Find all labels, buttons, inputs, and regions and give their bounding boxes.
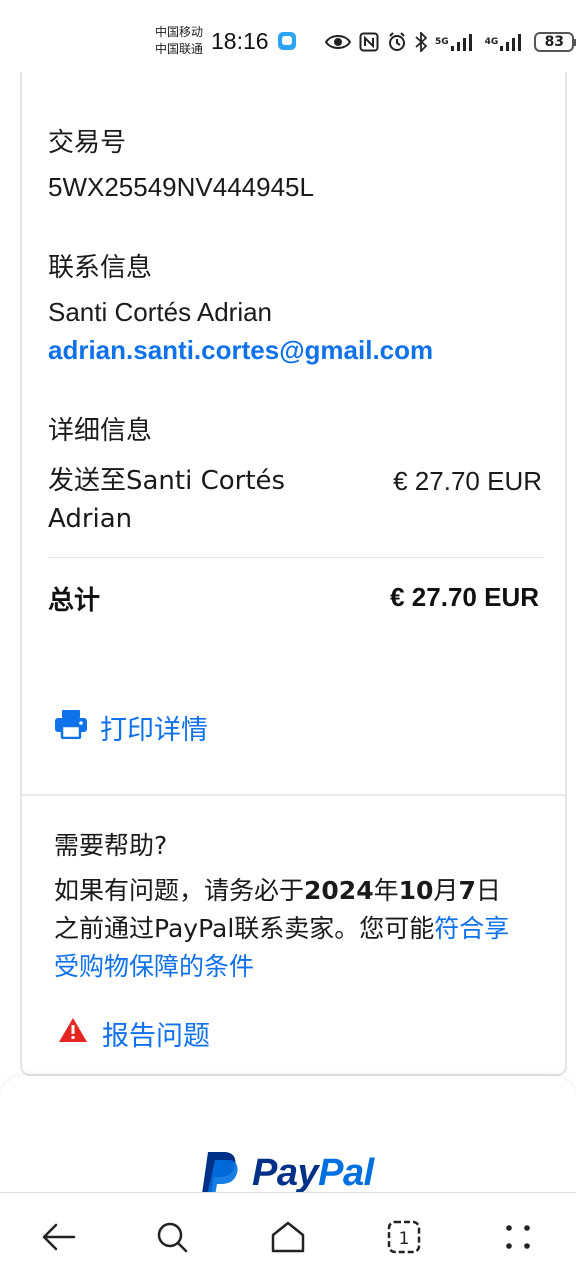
status-bar: 中国移动 中国联通 18:16 5G 4G 83 [0,0,576,72]
eye-icon [325,33,351,51]
battery-indicator: 83 [534,32,576,52]
print-details-label: 打印详情 [100,715,208,746]
report-problem-button[interactable]: 报告问题 [58,1014,210,1053]
report-problem-label: 报告问题 [102,1021,210,1052]
status-icons: 5G 4G 83 [325,30,576,54]
alarm-icon [387,32,407,52]
carrier-1: 中国移动 [155,25,204,39]
home-button[interactable] [268,1217,308,1257]
back-icon [42,1223,76,1251]
contact-name: Santi Cortés Adrian [48,297,273,327]
paypal-monogram-icon [202,1152,238,1192]
warning-icon [58,1017,88,1050]
print-card: 打印详情 [20,668,567,796]
help-card: 需要帮助? 如果有问题，请务必于2024年10月7日之前通过PayPal联系卖家… [20,796,567,1076]
transaction-details-card: 交易号 5WX25549NV444945L 联系信息 Santi Cortés … [20,72,567,670]
search-icon [157,1222,188,1253]
line-item-description: 发送至Santi Cortés Adrian [48,466,286,534]
total-amount: € 27.70 EUR [390,582,539,612]
help-title: 需要帮助? [54,831,168,860]
menu-button[interactable] [498,1217,538,1257]
bluetooth-icon [415,32,427,52]
contact-info-label: 联系信息 [48,253,153,283]
signal-5g-icon: 5G [435,32,477,52]
paypal-wordmark: PayPal [252,1151,374,1193]
signal-4g-icon: 4G [485,32,527,52]
search-button[interactable] [152,1217,192,1257]
total-label: 总计 [48,586,101,616]
line-item-amount: € 27.70 EUR [393,466,542,496]
clock: 18:16 [211,28,269,54]
home-icon [271,1221,305,1253]
tabs-button[interactable]: 1 [384,1217,424,1257]
browser-nav-bar: 1 [0,1192,576,1280]
carrier-names: 中国移动 中国联通 [155,24,203,58]
nfc-icon [359,32,379,52]
print-icon [54,709,88,746]
transaction-id-label: 交易号 [48,128,127,158]
details-label: 详细信息 [48,416,153,446]
help-text: 如果有问题，请务必于2024年10月7日之前通过PayPal联系卖家。您可能符合… [54,876,510,981]
menu-icon [506,1225,530,1249]
footer: PayPal [0,1076,576,1192]
chat-notification-icon [278,32,296,50]
svg-text:1: 1 [399,1229,410,1249]
transaction-id-value: 5WX25549NV444945L [48,172,314,202]
carrier-2: 中国联通 [155,42,204,56]
divider [48,557,544,558]
paypal-logo: PayPal [200,1150,374,1192]
contact-email-link[interactable]: adrian.santi.cortes@gmail.com [48,335,433,366]
back-button[interactable] [38,1217,78,1257]
print-details-button[interactable]: 打印详情 [54,708,208,747]
tabs-icon: 1 [387,1220,421,1254]
